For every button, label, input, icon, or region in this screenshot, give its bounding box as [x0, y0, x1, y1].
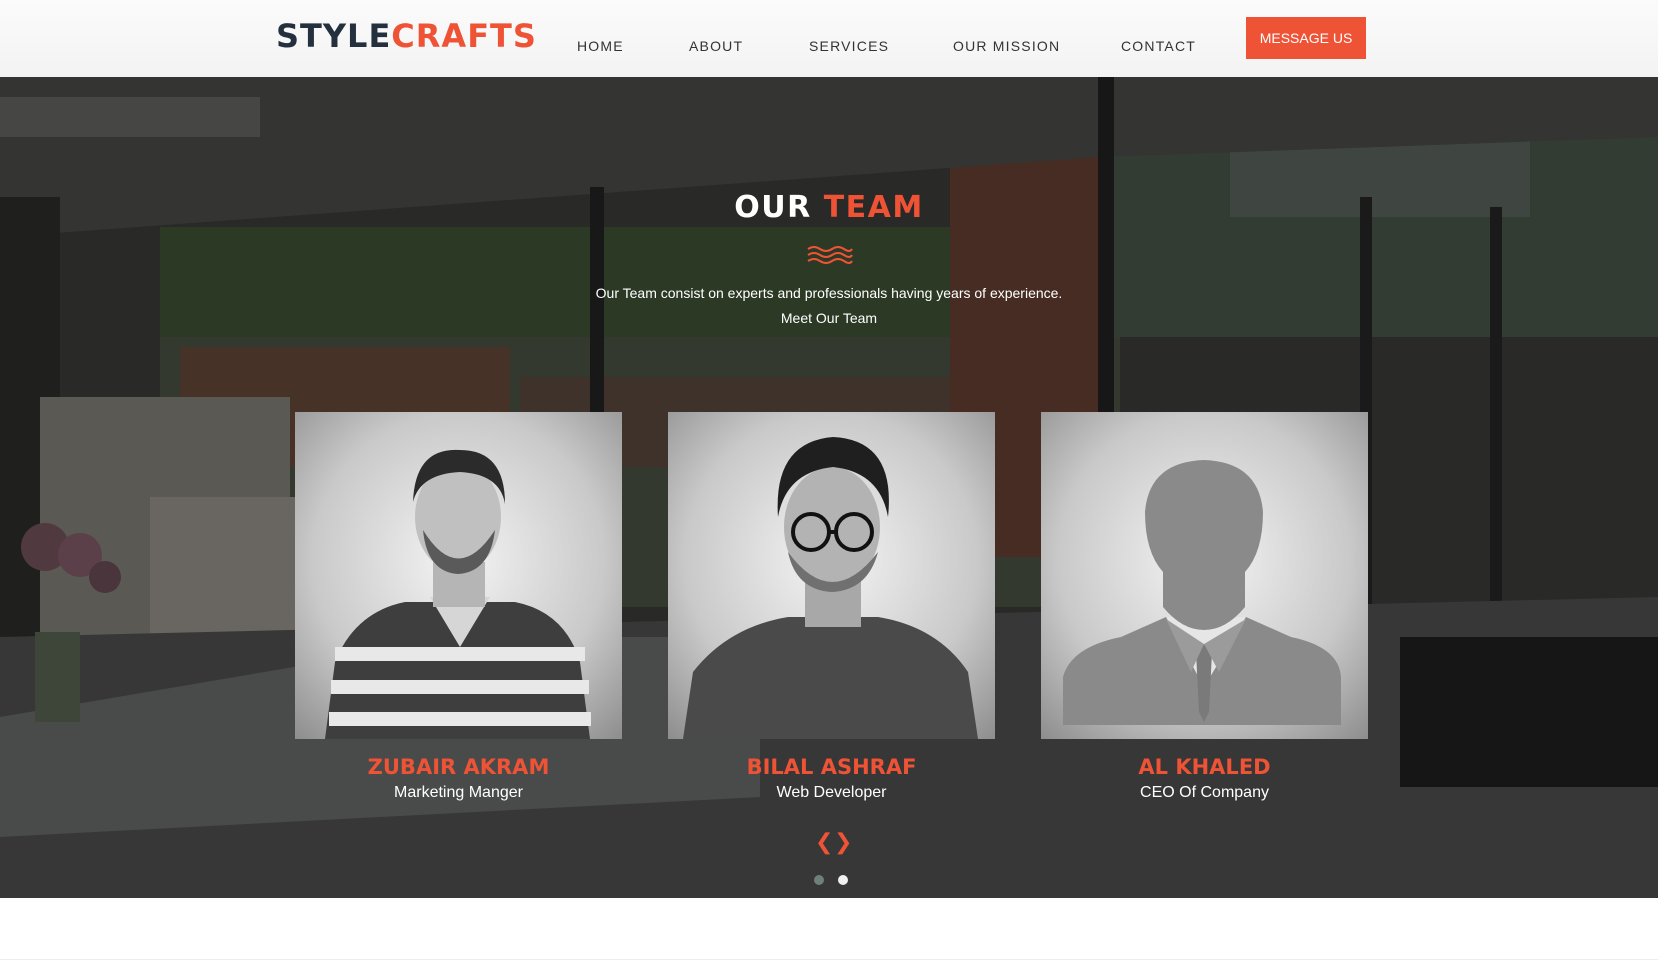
member-photo — [295, 412, 622, 739]
member-name: ZUBAIR AKRAM — [367, 755, 550, 779]
member-role: CEO Of Company — [1140, 784, 1269, 801]
message-us-button[interactable]: MESSAGE US — [1246, 17, 1366, 59]
site-logo[interactable]: STYLECRAFTS — [276, 16, 537, 56]
member-role: Web Developer — [776, 784, 887, 801]
nav-about[interactable]: ABOUT — [689, 38, 743, 54]
nav-our-mission[interactable]: OUR MISSION — [953, 38, 1060, 54]
team-member-card: ZUBAIR AKRAM Marketing Manger — [295, 412, 622, 802]
chevron-left-icon[interactable]: ❮ — [815, 832, 833, 854]
title-part-our: OUR — [734, 190, 812, 225]
nav-contact[interactable]: CONTACT — [1121, 38, 1196, 54]
member-role: Marketing Manger — [394, 784, 523, 801]
site-header: STYLECRAFTS HOME ABOUT SERVICES OUR MISS… — [0, 0, 1658, 78]
member-photo — [668, 412, 995, 739]
wave-divider-icon — [807, 246, 853, 264]
chevron-right-icon[interactable]: ❯ — [834, 832, 852, 854]
carousel-dot-2[interactable] — [838, 875, 848, 885]
team-member-card: BILAL ASHRAF Web Developer — [668, 412, 995, 802]
avatar-placeholder-icon — [1063, 460, 1341, 725]
team-member-card: AL KHALED CEO Of Company — [1041, 412, 1368, 802]
team-meet-text: Meet Our Team — [780, 310, 878, 326]
logo-part-crafts: CRAFTS — [391, 17, 537, 55]
member-name: BILAL ASHRAF — [746, 755, 917, 779]
team-intro-text: Our Team consist on experts and professi… — [595, 285, 1063, 301]
logo-part-style: STYLE — [276, 17, 392, 55]
team-section: OUR TEAM Our Team consist on experts and… — [0, 77, 1658, 898]
carousel-dot-1[interactable] — [814, 875, 824, 885]
page-divider — [0, 959, 1658, 960]
member-name: AL KHALED — [1138, 755, 1271, 779]
member-photo — [1041, 412, 1368, 739]
title-part-team: TEAM — [823, 190, 924, 225]
nav-home[interactable]: HOME — [577, 38, 624, 54]
nav-services[interactable]: SERVICES — [809, 38, 889, 54]
section-title: OUR TEAM — [0, 190, 1658, 225]
